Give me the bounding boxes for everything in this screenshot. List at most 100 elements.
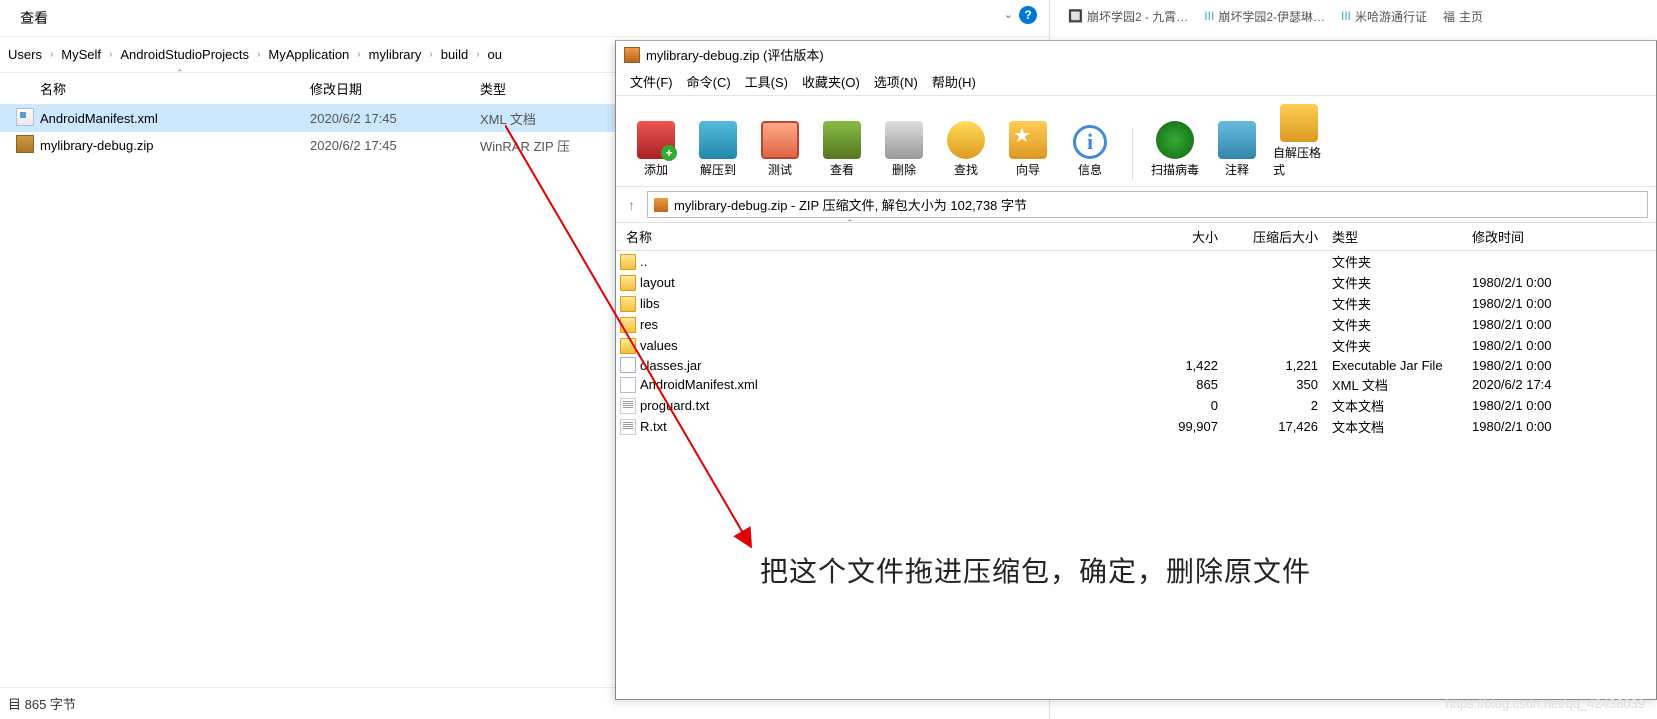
chevron-down-icon[interactable]: ⌄ bbox=[1004, 8, 1013, 21]
column-header-date[interactable]: 修改日期 bbox=[310, 79, 480, 98]
rar-column-packed[interactable]: 压缩后大小 bbox=[1226, 227, 1326, 246]
file-icon bbox=[620, 275, 636, 291]
help-icon[interactable]: ? bbox=[1019, 6, 1037, 24]
toolbar-icon bbox=[1218, 121, 1256, 159]
archive-row[interactable]: res 文件夹 1980/2/1 0:00 bbox=[616, 314, 1656, 335]
menu-help[interactable]: 帮助(H) bbox=[926, 70, 982, 93]
winrar-icon bbox=[624, 47, 640, 63]
toolbar-button[interactable]: 扫描病毒 bbox=[1147, 119, 1203, 180]
breadcrumb-item[interactable]: MyApplication bbox=[260, 43, 357, 66]
archive-file-type: Executable Jar File bbox=[1326, 358, 1466, 373]
rar-column-name[interactable]: 名称 bbox=[616, 227, 1161, 246]
archive-file-type: 文本文档 bbox=[1326, 417, 1466, 436]
toolbar-button[interactable]: i信息 bbox=[1062, 123, 1118, 180]
archive-file-name: R.txt bbox=[640, 419, 1161, 434]
file-icon bbox=[620, 377, 636, 393]
toolbar-label: 解压到 bbox=[700, 161, 736, 178]
rar-column-type[interactable]: 类型 bbox=[1326, 227, 1466, 246]
annotation-text: 把这个文件拖进压缩包，确定，删除原文件 bbox=[760, 550, 1311, 590]
breadcrumb-item[interactable]: ou bbox=[480, 43, 510, 66]
toolbar-icon bbox=[885, 121, 923, 159]
toolbar-icon bbox=[947, 121, 985, 159]
toolbar-icon bbox=[1009, 121, 1047, 159]
toolbar-label: 扫描病毒 bbox=[1151, 161, 1199, 178]
archive-file-name: layout bbox=[640, 275, 1161, 290]
file-icon bbox=[620, 357, 636, 373]
archive-row[interactable]: R.txt 99,907 17,426 文本文档 1980/2/1 0:00 bbox=[616, 416, 1656, 437]
file-icon bbox=[620, 398, 636, 414]
toolbar-label: 查找 bbox=[954, 161, 978, 178]
archive-file-date: 1980/2/1 0:00 bbox=[1466, 358, 1656, 373]
toolbar-label: 注释 bbox=[1225, 161, 1249, 178]
archive-row[interactable]: .. 文件夹 bbox=[616, 251, 1656, 272]
archive-row[interactable]: layout 文件夹 1980/2/1 0:00 bbox=[616, 272, 1656, 293]
file-date: 2020/6/2 17:45 bbox=[310, 111, 480, 126]
archive-file-date: 1980/2/1 0:00 bbox=[1466, 419, 1656, 434]
winrar-window: mylibrary-debug.zip (评估版本) 文件(F) 命令(C) 工… bbox=[615, 40, 1657, 700]
archive-row[interactable]: classes.jar 1,422 1,221 Executable Jar F… bbox=[616, 356, 1656, 374]
archive-file-type: 文件夹 bbox=[1326, 315, 1466, 334]
menu-options[interactable]: 选项(N) bbox=[868, 70, 924, 93]
archive-file-name: AndroidManifest.xml bbox=[640, 377, 1161, 392]
file-icon bbox=[620, 254, 636, 270]
breadcrumb-item[interactable]: build bbox=[433, 43, 476, 66]
archive-file-size: 1,422 bbox=[1161, 358, 1226, 373]
toolbar-icon bbox=[637, 121, 675, 159]
ribbon-tab-view[interactable]: 查看 bbox=[20, 8, 48, 28]
archive-file-date: 1980/2/1 0:00 bbox=[1466, 398, 1656, 413]
toolbar: 添加解压到测试查看删除查找 向导i信息扫描病毒 注释 自解压格式 bbox=[616, 96, 1656, 187]
archive-row[interactable]: proguard.txt 0 2 文本文档 1980/2/1 0:00 bbox=[616, 395, 1656, 416]
browser-tab[interactable]: III米哈游通行证 bbox=[1341, 8, 1427, 25]
file-icon bbox=[620, 419, 636, 435]
archive-file-name: libs bbox=[640, 296, 1161, 311]
toolbar-button[interactable]: 查找 bbox=[938, 119, 994, 180]
toolbar-button[interactable]: 测试 bbox=[752, 119, 808, 180]
toolbar-icon bbox=[823, 121, 861, 159]
rar-column-date[interactable]: 修改时间 bbox=[1466, 227, 1656, 246]
file-name: AndroidManifest.xml bbox=[40, 111, 310, 126]
archive-row[interactable]: libs 文件夹 1980/2/1 0:00 bbox=[616, 293, 1656, 314]
archive-row[interactable]: AndroidManifest.xml 865 350 XML 文档 2020/… bbox=[616, 374, 1656, 395]
rar-column-size[interactable]: 大小 bbox=[1161, 227, 1226, 246]
breadcrumb-item[interactable]: AndroidStudioProjects bbox=[112, 43, 257, 66]
archive-file-type: 文本文档 bbox=[1326, 396, 1466, 415]
sort-indicator-icon: ⌃ bbox=[846, 218, 854, 229]
archive-file-packed: 2 bbox=[1226, 398, 1326, 413]
browser-tab[interactable]: 🔲崩坏学园2 - 九霄… bbox=[1068, 8, 1188, 25]
toolbar-button[interactable]: 注释 bbox=[1209, 119, 1265, 180]
menu-favorites[interactable]: 收藏夹(O) bbox=[796, 70, 866, 93]
sort-indicator-icon: ⌃ bbox=[176, 68, 184, 79]
toolbar-icon bbox=[1280, 104, 1318, 142]
menu-file[interactable]: 文件(F) bbox=[624, 70, 679, 93]
breadcrumb-item[interactable]: mylibrary bbox=[361, 43, 430, 66]
breadcrumb-item[interactable]: Users bbox=[0, 43, 50, 66]
archive-file-name: .. bbox=[640, 254, 1161, 269]
toolbar-button[interactable]: 查看 bbox=[814, 119, 870, 180]
archive-file-type: 文件夹 bbox=[1326, 273, 1466, 292]
address-field[interactable]: mylibrary-debug.zip - ZIP 压缩文件, 解包大小为 10… bbox=[647, 191, 1648, 218]
menu-tools[interactable]: 工具(S) bbox=[739, 70, 794, 93]
archive-file-date: 1980/2/1 0:00 bbox=[1466, 275, 1656, 290]
browser-tab[interactable]: 福主页 bbox=[1443, 8, 1483, 25]
archive-file-packed: 350 bbox=[1226, 377, 1326, 392]
browser-tab[interactable]: III崩坏学园2-伊瑟琳… bbox=[1204, 8, 1325, 25]
file-icon bbox=[620, 317, 636, 333]
file-icon bbox=[620, 296, 636, 312]
window-titlebar[interactable]: mylibrary-debug.zip (评估版本) bbox=[616, 41, 1656, 68]
toolbar-button[interactable]: 删除 bbox=[876, 119, 932, 180]
menu-commands[interactable]: 命令(C) bbox=[681, 70, 737, 93]
toolbar-button[interactable]: 解压到 bbox=[690, 119, 746, 180]
archive-file-type: 文件夹 bbox=[1326, 294, 1466, 313]
archive-file-packed: 1,221 bbox=[1226, 358, 1326, 373]
archive-file-type: 文件夹 bbox=[1326, 252, 1466, 271]
browser-tab-strip: 🔲崩坏学园2 - 九霄… III崩坏学园2-伊瑟琳… III米哈游通行证 福主页 bbox=[1060, 0, 1657, 32]
toolbar-button[interactable]: 向导 bbox=[1000, 119, 1056, 180]
toolbar-button[interactable]: 添加 bbox=[628, 119, 684, 180]
archive-file-date: 1980/2/1 0:00 bbox=[1466, 317, 1656, 332]
column-header-name[interactable]: 名称 bbox=[0, 79, 310, 98]
breadcrumb-item[interactable]: MySelf bbox=[53, 43, 109, 66]
archive-row[interactable]: values 文件夹 1980/2/1 0:00 bbox=[616, 335, 1656, 356]
toolbar-button[interactable]: 自解压格式 bbox=[1271, 102, 1327, 180]
archive-file-date: 2020/6/2 17:4 bbox=[1466, 377, 1656, 392]
up-arrow-icon[interactable]: ↑ bbox=[624, 197, 639, 213]
